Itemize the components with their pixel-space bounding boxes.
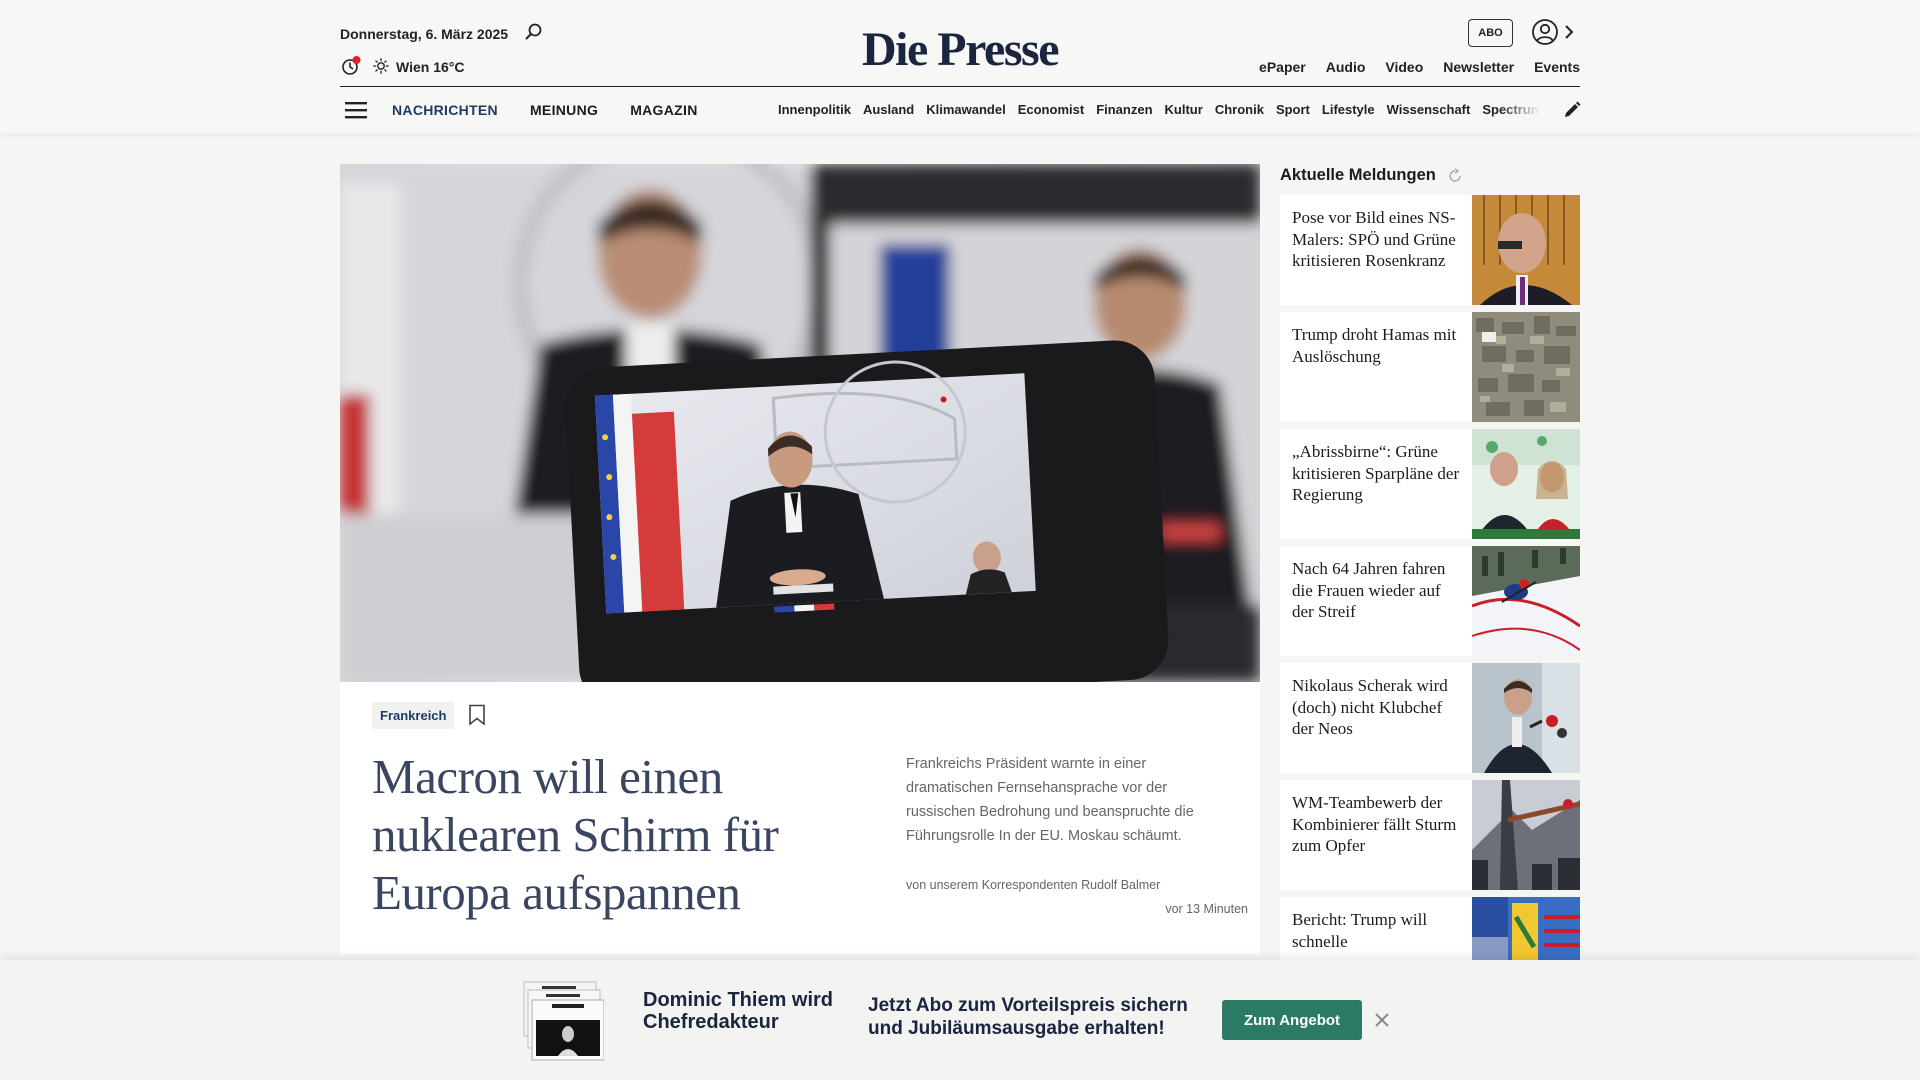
hamburger-menu-icon[interactable] <box>345 100 367 120</box>
category-klimawandel[interactable]: Klimawandel <box>926 102 1005 117</box>
news-thumbnail <box>1472 546 1580 656</box>
news-item[interactable]: Bericht: Trump will schnelle <box>1280 897 1580 960</box>
news-item-title: Nach 64 Jahren fahren die Frauen wieder … <box>1292 559 1446 621</box>
news-item[interactable]: „Abrissbirne“: Grüne kritisieren Sparplä… <box>1280 429 1580 539</box>
search-icon[interactable] <box>524 22 544 42</box>
news-item-title: Pose vor Bild eines NS-Malers: SPÖ und G… <box>1292 208 1456 270</box>
news-thumbnail <box>1472 195 1580 305</box>
top-link-events[interactable]: Events <box>1534 59 1580 75</box>
section-nachrichten[interactable]: NACHRICHTEN <box>392 102 498 118</box>
news-thumbnail <box>1472 897 1580 960</box>
category-nav-fade <box>1500 96 1540 124</box>
category-sport[interactable]: Sport <box>1276 102 1310 117</box>
category-wissenschaft[interactable]: Wissenschaft <box>1387 102 1471 117</box>
history-clock-icon[interactable] <box>341 56 361 76</box>
current-date: Donnerstag, 6. März 2025 <box>340 26 509 42</box>
article-tag[interactable]: Frankreich <box>372 702 455 729</box>
chevron-right-icon[interactable] <box>1562 22 1576 42</box>
news-item-title: Bericht: Trump will schnelle <box>1292 910 1428 951</box>
news-item-title: „Abrissbirne“: Grüne kritisieren Sparplä… <box>1292 442 1460 504</box>
sidebar-title[interactable]: Aktuelle Meldungen <box>1280 166 1436 185</box>
category-lifestyle[interactable]: Lifestyle <box>1322 102 1375 117</box>
hero-image[interactable] <box>340 164 1260 682</box>
hero-photo-macron <box>340 164 1260 682</box>
subscription-promo-banner: Dominic Thiem wird Chefredakteur Jetzt A… <box>0 960 1920 1080</box>
section-meinung[interactable]: MEINUNG <box>530 102 598 118</box>
news-item[interactable]: WM-Teambewerb der Kombinierer fällt Stur… <box>1280 780 1580 890</box>
section-magazin[interactable]: MAGAZIN <box>630 102 697 118</box>
news-thumbnail <box>1472 429 1580 539</box>
category-nav: Innenpolitik Ausland Klimawandel Economi… <box>778 102 1540 117</box>
news-thumbnail <box>1472 780 1580 890</box>
top-links: ePaper Audio Video Newsletter Events <box>1259 59 1580 75</box>
news-item[interactable]: Nikolaus Scherak wird (doch) nicht Klubc… <box>1280 663 1580 773</box>
refresh-icon <box>1449 168 1461 182</box>
news-thumbnail <box>1472 312 1580 422</box>
category-economist[interactable]: Economist <box>1018 102 1084 117</box>
top-link-epaper[interactable]: ePaper <box>1259 59 1306 75</box>
bookmark-icon[interactable] <box>468 704 486 726</box>
top-link-audio[interactable]: Audio <box>1326 59 1366 75</box>
article-timestamp: vor 13 Minuten <box>1165 902 1248 916</box>
weather-info[interactable]: Wien 16°C <box>396 59 465 75</box>
newspaper-stack-image <box>523 981 604 1061</box>
offer-button[interactable]: Zum Angebot <box>1222 1000 1362 1040</box>
category-innenpolitik[interactable]: Innenpolitik <box>778 102 851 117</box>
news-item[interactable]: Trump droht Hamas mit Auslöschung <box>1280 312 1580 422</box>
close-icon[interactable] <box>1372 1010 1392 1030</box>
pencil-icon[interactable] <box>1563 101 1581 119</box>
sun-icon <box>373 58 389 74</box>
top-link-video[interactable]: Video <box>1385 59 1423 75</box>
header-divider <box>340 86 1580 87</box>
abo-button[interactable]: ABO <box>1468 19 1513 47</box>
article-teaser: Frankreichs Präsident warnte in einer dr… <box>906 756 1194 844</box>
category-ausland[interactable]: Ausland <box>863 102 914 117</box>
category-kultur[interactable]: Kultur <box>1165 102 1203 117</box>
news-thumbnail <box>1472 663 1580 773</box>
site-logo[interactable]: Die Presse <box>858 22 1062 77</box>
news-item-title: WM-Teambewerb der Kombinierer fällt Stur… <box>1292 793 1457 855</box>
top-link-newsletter[interactable]: Newsletter <box>1443 59 1514 75</box>
main-sections: NACHRICHTEN MEINUNG MAGAZIN <box>392 102 698 118</box>
news-item[interactable]: Nach 64 Jahren fahren die Frauen wieder … <box>1280 546 1580 656</box>
news-item-title: Nikolaus Scherak wird (doch) nicht Klubc… <box>1292 676 1448 738</box>
news-item[interactable]: Pose vor Bild eines NS-Malers: SPÖ und G… <box>1280 195 1580 305</box>
article-author: von unserem Korrespondenten Rudolf Balme… <box>906 878 1161 892</box>
article-headline[interactable]: Macron will einen nuklearen Schirm für E… <box>372 748 832 922</box>
site-header: Donnerstag, 6. März 2025 Wien 16°C Die P… <box>0 0 1920 133</box>
promo-headline: Dominic Thiem wird Chefredakteur <box>643 989 834 1033</box>
category-finanzen[interactable]: Finanzen <box>1096 102 1152 117</box>
user-account-icon[interactable] <box>1531 18 1559 46</box>
news-item-title: Trump droht Hamas mit Auslöschung <box>1292 325 1457 366</box>
promo-text: Jetzt Abo zum Vorteilspreis sichern und … <box>868 995 1188 1039</box>
category-chronik[interactable]: Chronik <box>1215 102 1264 117</box>
hero-article-card[interactable]: Frankreich Macron will einen nuklearen S… <box>340 682 1260 954</box>
